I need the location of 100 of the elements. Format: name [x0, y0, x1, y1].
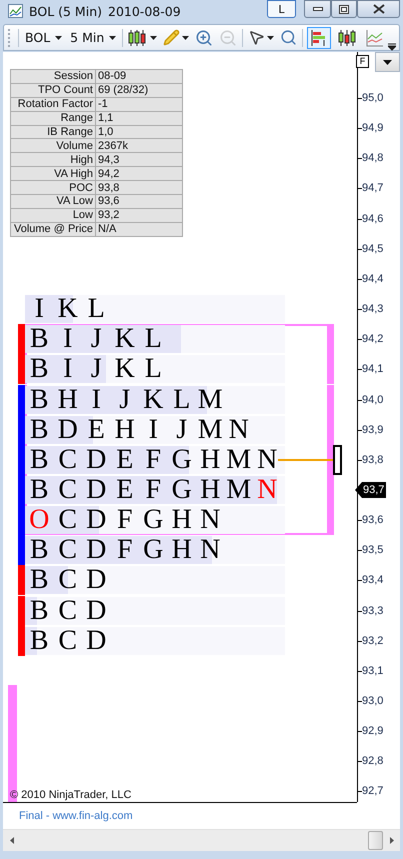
right-arrow-icon: [390, 837, 394, 844]
footer-link[interactable]: Final - www.fin-alg.com: [19, 810, 133, 822]
price-label: 94,8: [362, 152, 384, 164]
stat-value: -1: [96, 97, 182, 112]
tpo-letter: J: [90, 354, 103, 384]
price-label: 94,7: [362, 182, 384, 194]
tpo-letter: M: [225, 474, 252, 505]
tpo-letter: C: [57, 474, 78, 505]
tpo-letter: D: [85, 505, 108, 536]
stat-label: Rotation Factor: [10, 97, 96, 112]
tpo-letter: D: [85, 626, 108, 656]
chart-icon: [8, 4, 23, 18]
price-label: 93,4: [362, 574, 384, 586]
tpo-letter: C: [57, 626, 78, 656]
tpo-letter: D: [85, 444, 108, 475]
price-label: 92,8: [362, 755, 384, 768]
tpo-letter: H: [199, 444, 222, 475]
tpo-letter: O: [28, 505, 50, 536]
tpo-letter: N: [228, 414, 250, 445]
tpo-letter: H: [199, 474, 222, 505]
tpo-letter: E: [115, 474, 134, 505]
stat-label: POC: [10, 180, 96, 195]
tpo-letter: F: [116, 535, 134, 566]
scroll-thumb[interactable]: [368, 831, 383, 850]
tpo-letter: B: [28, 596, 50, 626]
tpo-letter: C: [57, 535, 78, 566]
price-label: 94,0: [362, 394, 384, 406]
tpo-letter: C: [57, 444, 78, 475]
tpo-letter: N: [199, 505, 222, 536]
tpo-letter: G: [170, 474, 193, 505]
tpo-letter: J: [118, 384, 132, 414]
price-label: 94,2: [362, 333, 384, 346]
tpo-letter: C: [57, 596, 78, 626]
current-price-tag: 93,7: [355, 482, 386, 498]
instrument-dropdown[interactable]: BOL: [23, 26, 64, 48]
tpo-letter: E: [86, 414, 106, 445]
caret-icon: [182, 36, 190, 40]
stat-value: 69 (28/32): [96, 83, 182, 98]
toolbar-button[interactable]: [162, 26, 190, 48]
price-label: 94,3: [362, 303, 384, 316]
tpo-letter: H: [56, 384, 79, 414]
line-chart-icon: [366, 28, 384, 46]
stat-value: 93,6: [96, 194, 182, 208]
zoom-out-icon: [219, 28, 238, 46]
tpo-letter: J: [175, 414, 188, 445]
tpo-letter: I: [148, 414, 159, 445]
stat-value: 93,8: [96, 180, 182, 195]
tpo-letter: N: [199, 535, 222, 566]
zoom-in-icon: [195, 28, 214, 46]
tpo-letter: I: [62, 354, 74, 384]
stat-value: N/A: [96, 222, 182, 236]
price-label: 93,3: [362, 604, 384, 617]
format-button[interactable]: F: [356, 55, 369, 68]
tpo-letter: E: [115, 444, 134, 475]
tpo-letter: D: [85, 565, 108, 596]
tpo-letter: B: [28, 474, 50, 505]
tpo-letter: B: [28, 354, 50, 384]
tpo-letter: L: [144, 324, 163, 354]
tpo-letter: H: [170, 535, 193, 566]
price-label: 94,9: [362, 122, 384, 134]
minimize-button[interactable]: [304, 0, 331, 18]
tpo-letter: B: [28, 535, 50, 566]
caret-icon: [109, 36, 116, 40]
price-label: 93,6: [362, 514, 384, 526]
tpo-letter: F: [144, 474, 162, 505]
tpo-letter: B: [28, 626, 50, 656]
tpo-letter: I: [62, 324, 74, 354]
stat-value: 1,1: [96, 111, 182, 126]
maximize-icon: [339, 4, 349, 14]
price-label: 94,5: [362, 242, 384, 255]
horizontal-scrollbar[interactable]: [3, 829, 400, 851]
price-label: 95,0: [362, 92, 384, 104]
caret-icon: [55, 36, 62, 40]
tpo-letter: M: [196, 414, 224, 445]
tpo-letter: L: [144, 354, 163, 384]
price-label: 94,4: [362, 272, 384, 285]
tpo-letter: K: [56, 294, 79, 324]
search-icon: [280, 29, 298, 46]
tpo-letter: D: [56, 414, 79, 445]
tpo-letter: K: [114, 324, 136, 354]
tpo-letter: H: [114, 414, 136, 445]
stat-label: VA High: [10, 166, 96, 181]
tpo-letter: G: [170, 444, 193, 475]
tpo-letter: J: [90, 324, 103, 354]
caret-icon: [267, 36, 274, 40]
stat-label: Volume @ Price: [10, 222, 96, 236]
tpo-letter: F: [116, 505, 134, 536]
chart-type-toggle[interactable]: [307, 26, 332, 48]
tpo-letter: G: [142, 535, 164, 566]
tpo-letter: B: [28, 444, 50, 475]
link-button[interactable]: L: [267, 0, 296, 18]
interval-dropdown[interactable]: 5 Min: [68, 26, 118, 48]
tpo-letter: I: [90, 384, 102, 414]
menu-button[interactable]: [375, 52, 400, 72]
close-button[interactable]: [357, 0, 400, 18]
copyright-text: © 2010 NinjaTrader, LLC: [10, 789, 132, 801]
price-label: 93,0: [362, 695, 384, 707]
maximize-button[interactable]: [331, 0, 357, 18]
price-label: 93,5: [362, 544, 384, 556]
tpo-letter: C: [57, 505, 78, 536]
